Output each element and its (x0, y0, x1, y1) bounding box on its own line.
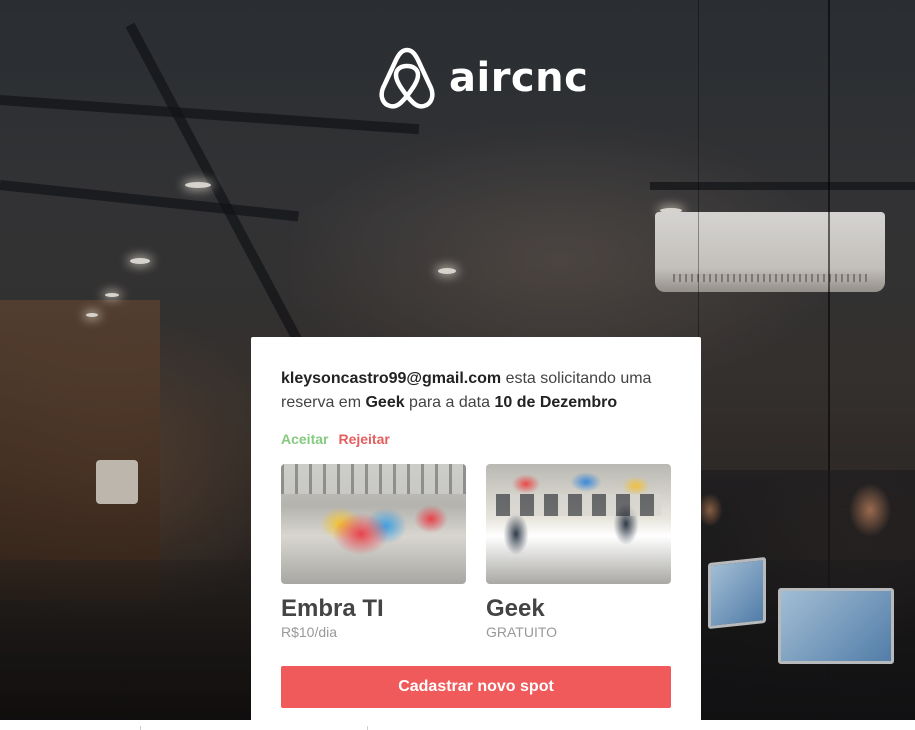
new-spot-button[interactable]: Cadastrar novo spot (281, 666, 671, 708)
requested-date: 10 de Dezembro (494, 394, 618, 411)
booking-request-message: kleysoncastro99@gmail.com esta solicitan… (281, 367, 661, 415)
bottom-strip (0, 720, 915, 730)
request-actions: Aceitar Rejeitar (281, 431, 671, 447)
request-text-2: para a data (404, 394, 495, 411)
accept-button[interactable]: Aceitar (281, 431, 328, 447)
spot-name: Embra TI (281, 595, 384, 622)
requested-spot: Geek (365, 394, 405, 411)
spot-card[interactable]: Embra TI R$10/dia (281, 464, 466, 640)
app-name: aircnc (449, 55, 589, 101)
airbnb-loop-icon (377, 46, 437, 110)
spot-card[interactable]: Geek GRATUITO (486, 464, 671, 640)
booking-requests-card: kleysoncastro99@gmail.com esta solicitan… (251, 337, 701, 720)
spot-thumbnail (486, 464, 671, 584)
spot-price: GRATUITO (486, 624, 558, 640)
app-logo: aircnc (377, 46, 588, 110)
bottom-tick (367, 726, 368, 730)
requester-email: kleysoncastro99@gmail.com (281, 370, 502, 387)
spot-thumbnail (281, 464, 466, 584)
spot-name: Geek (486, 595, 545, 622)
bottom-tick (140, 726, 141, 730)
spot-list: Embra TI R$10/dia Geek GRATUITO (281, 464, 671, 640)
reject-button[interactable]: Rejeitar (338, 431, 389, 447)
spot-price: R$10/dia (281, 624, 338, 640)
